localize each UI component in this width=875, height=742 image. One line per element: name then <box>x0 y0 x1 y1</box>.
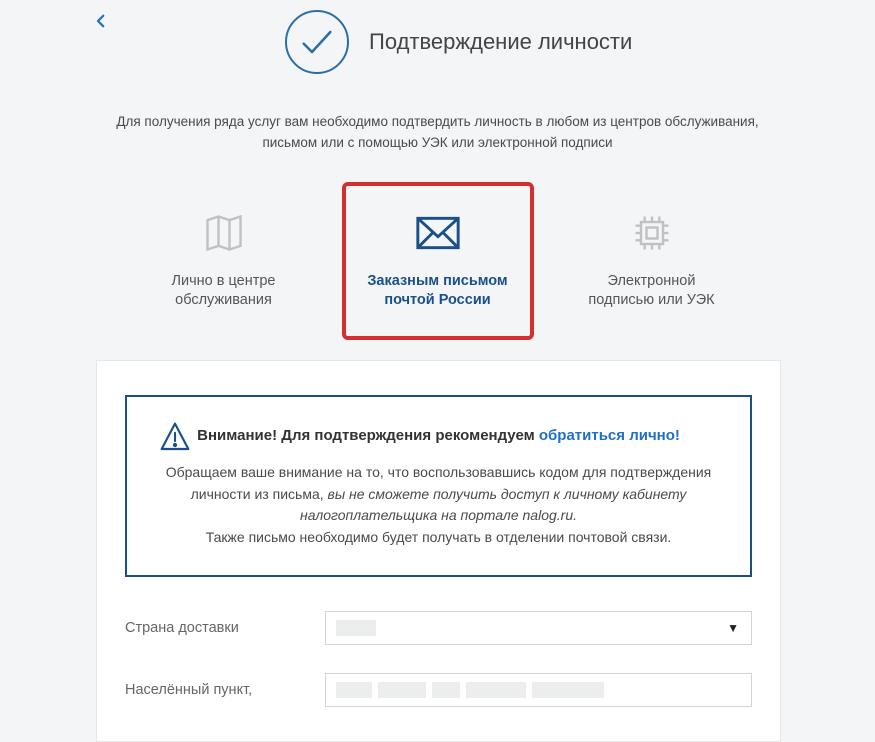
notice-title: Внимание! Для подтверждения рекомендуем … <box>161 427 716 444</box>
option-label: Лично в центре обслуживания <box>148 272 300 311</box>
country-label: Страна доставки <box>125 620 325 636</box>
warning-icon <box>159 421 191 458</box>
option-by-mail[interactable]: Заказным письмом почтой России <box>342 182 534 340</box>
option-label: Электронной подписью или УЭК <box>576 272 728 311</box>
check-icon <box>285 10 349 74</box>
city-label: Населённый пункт, <box>125 682 325 698</box>
select-value-redacted <box>336 620 376 636</box>
chevron-down-icon: ▼ <box>727 621 739 635</box>
input-value-redacted <box>336 674 751 706</box>
map-icon <box>148 208 300 258</box>
page-title: Подтверждение личности <box>369 29 632 55</box>
chip-icon <box>576 208 728 258</box>
city-input[interactable] <box>325 673 752 707</box>
option-in-person[interactable]: Лично в центре обслуживания <box>128 182 320 340</box>
warning-notice: Внимание! Для подтверждения рекомендуем … <box>125 395 752 577</box>
back-button[interactable] <box>92 12 112 32</box>
country-select[interactable]: ▼ <box>325 611 752 645</box>
content-panel: Внимание! Для подтверждения рекомендуем … <box>96 360 781 742</box>
option-digital-signature[interactable]: Электронной подписью или УЭК <box>556 182 748 340</box>
notice-link[interactable]: обратиться лично! <box>539 427 680 444</box>
intro-text: Для получения ряда услуг вам необходимо … <box>88 112 788 154</box>
notice-body: Обращаем ваше внимание на то, что воспол… <box>161 462 716 549</box>
option-label: Заказным письмом почтой России <box>362 272 514 311</box>
mail-icon <box>362 208 514 258</box>
